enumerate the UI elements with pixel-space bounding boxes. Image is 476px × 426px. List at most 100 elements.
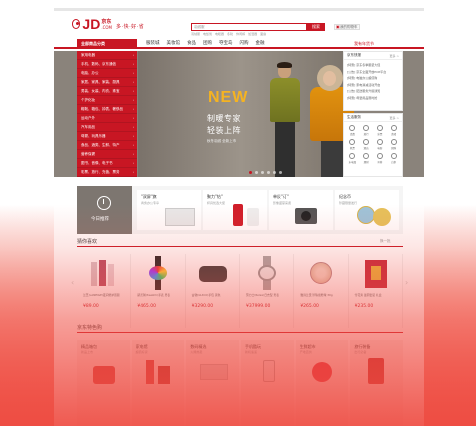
- nav-item[interactable]: 食品: [187, 39, 196, 49]
- appliance-image: [145, 360, 154, 384]
- service-item[interactable]: 彩票: [374, 124, 387, 137]
- service-item[interactable]: 酒店: [360, 138, 373, 151]
- appliance-image: [157, 366, 170, 384]
- service-item[interactable]: 白条: [387, 152, 400, 165]
- slogan: 多·快·好·省: [116, 24, 145, 30]
- service-item[interactable]: 水电煤: [346, 152, 359, 165]
- category-title[interactable]: 全部商品分类: [77, 39, 137, 49]
- chevron-right-icon[interactable]: ›: [405, 278, 411, 288]
- hot-word[interactable]: 休闲裤: [236, 32, 245, 36]
- services-panel: 生活服务 更多 > 话费 旅行 彩票 游戏 机票 酒店 电影 团购 水电煤 理财…: [343, 113, 403, 177]
- finance-icon: [363, 153, 370, 159]
- product-card[interactable]: 雪花秀 滋阴套装 礼盒 ¥235.00: [349, 254, 403, 328]
- service-item[interactable]: 机票: [346, 138, 359, 151]
- specials-title: 京东特色购: [77, 325, 103, 331]
- hot-word[interactable]: 面霜: [260, 32, 266, 36]
- sidebar-item[interactable]: 图书、音像、电子书 ›: [77, 159, 137, 168]
- jd-dog-icon: [72, 19, 81, 29]
- hot-words: 羽绒服 电饭煲 电暖器 冬靴 休闲裤 加湿器 面霜: [191, 32, 266, 36]
- logo-text: JD: [82, 16, 101, 32]
- service-item[interactable]: 游戏: [387, 124, 400, 137]
- special-card[interactable]: 数码精选 火爆热卖: [186, 340, 240, 426]
- product-card[interactable]: 斯沃琪(Swatch)手表 男表 ¥465.00: [131, 254, 186, 328]
- nav-item[interactable]: 金融: [256, 39, 265, 49]
- hot-word[interactable]: 羽绒服: [191, 32, 200, 36]
- product-image: [359, 256, 393, 290]
- hot-word[interactable]: 电暖器: [215, 32, 224, 36]
- main-nav: 全部商品分类 服装城 美妆馆 食品 团购 夺宝岛 闪购 金融 我有年货节: [54, 39, 424, 49]
- lens-image: [301, 211, 311, 221]
- recommend-card[interactable]: 纪念币 珍藏限量发行: [335, 190, 399, 230]
- sidebar-item[interactable]: 个护化妆 ›: [77, 96, 137, 105]
- service-item[interactable]: 众筹: [374, 152, 387, 165]
- sidebar-item[interactable]: 家用电器 ›: [77, 51, 137, 60]
- carousel-dot[interactable]: [273, 171, 276, 174]
- sidebar-item[interactable]: 彩票、旅行、充值、票务 ›: [77, 168, 137, 177]
- special-card[interactable]: 旅行装备 出行必备: [350, 340, 404, 426]
- specials-row: 精品箱包 新品上市 家电馆 超值好货 数码精选 火爆热卖 手机酷玩 新机速递 生…: [77, 340, 404, 426]
- plane-icon: [363, 125, 370, 131]
- carousel-dot[interactable]: [267, 171, 270, 174]
- jd-logo[interactable]: JD 京东 .COM: [72, 15, 112, 33]
- service-item[interactable]: 团购: [387, 138, 400, 151]
- cart-button[interactable]: ▣ 我的购物车: [334, 24, 360, 30]
- utility-icon: [349, 153, 356, 159]
- header: JD 京东 .COM 多·快·好·省 羽绒服 搜索 羽绒服 电饭煲 电暖器 冬靴…: [54, 11, 424, 39]
- carousel-dot[interactable]: [261, 171, 264, 174]
- sidebar-item[interactable]: 食品、酒类、生鲜、特产 ›: [77, 141, 137, 150]
- news-title: 京东快报: [347, 53, 361, 57]
- nav-item[interactable]: 服装城: [146, 39, 160, 49]
- search-button[interactable]: 搜索: [307, 23, 325, 31]
- special-card[interactable]: 手机酷玩 新机速递: [241, 340, 294, 426]
- sidebar-item[interactable]: 手机、数码、京东通信 ›: [77, 60, 137, 69]
- chevron-right-icon: ›: [132, 125, 134, 129]
- product-image: [250, 256, 284, 290]
- sidebar-item[interactable]: 男装、女装、内衣、珠宝 ›: [77, 87, 137, 96]
- sidebar-item[interactable]: 电脑、办公 ›: [77, 69, 137, 78]
- hot-word[interactable]: 冬靴: [227, 32, 233, 36]
- ticket-icon: [376, 125, 383, 131]
- hot-word[interactable]: 电饭煲: [203, 32, 212, 36]
- recommend-card[interactable]: "双屏"旗 商务办公专享: [137, 190, 201, 230]
- news-item[interactable]: [特惠] 母婴用品限时抢: [347, 95, 399, 102]
- sidebar-item[interactable]: 营养保健 ›: [77, 150, 137, 159]
- sidebar-item[interactable]: 鞋靴、箱包、钟表、奢侈品 ›: [77, 105, 137, 114]
- chevron-right-icon: ›: [132, 98, 134, 102]
- cart-icon: ▣: [336, 24, 340, 29]
- laptop-image: [165, 208, 195, 226]
- nav-item[interactable]: 闪购: [240, 39, 249, 49]
- product-card[interactable]: 劳力士(Rolex)日志型 男表 ¥37999.00: [240, 254, 295, 328]
- service-item[interactable]: 话费: [346, 124, 359, 137]
- news-more-link[interactable]: 更多 >: [390, 54, 399, 58]
- carousel-dot[interactable]: [255, 171, 258, 174]
- search-input[interactable]: 羽绒服: [191, 23, 307, 31]
- sidebar-item[interactable]: 运动户外 ›: [77, 114, 137, 123]
- sidebar-item[interactable]: 家居、家具、家装、厨具 ›: [77, 78, 137, 87]
- services-more-link[interactable]: 更多 >: [390, 116, 399, 120]
- change-batch-link[interactable]: 换一批: [380, 239, 391, 244]
- chevron-right-icon: ›: [132, 134, 134, 138]
- nav-item[interactable]: 团购: [203, 39, 212, 49]
- carousel-dot[interactable]: [249, 171, 252, 174]
- carousel-dot[interactable]: [279, 171, 282, 174]
- nav-promo[interactable]: 我有年货节: [354, 39, 374, 49]
- special-card[interactable]: 精品箱包 新品上市: [77, 340, 130, 426]
- product-card[interactable]: 雅诗兰黛 珍珠蜜粉球 30g ¥265.00: [294, 254, 349, 328]
- special-card[interactable]: 家电馆 超值好货: [131, 340, 185, 426]
- nav-item[interactable]: 美妆馆: [167, 39, 181, 49]
- chevron-right-icon: ›: [132, 161, 134, 165]
- service-item[interactable]: 电影: [374, 138, 387, 151]
- sidebar-item[interactable]: 母婴、玩具乐器 ›: [77, 132, 137, 141]
- service-item[interactable]: 理财: [360, 152, 373, 165]
- special-card[interactable]: 生鲜超市 产地直供: [295, 340, 349, 426]
- today-label-block: 今日推荐: [77, 186, 132, 234]
- recommend-card[interactable]: 聚力"钻" 杯具优选大促: [203, 190, 267, 230]
- service-item[interactable]: 旅行: [360, 124, 373, 137]
- product-card[interactable]: 兰芝(LANEIGE)夜间修护唇膜 ¥89.00: [77, 254, 132, 328]
- hot-word[interactable]: 加湿器: [248, 32, 257, 36]
- nav-item[interactable]: 夺宝岛: [219, 39, 233, 49]
- recommend-card[interactable]: 单反"订" 影像盛宴来袭: [269, 190, 333, 230]
- product-card[interactable]: 古驰(GUCCI)手包 黑色 ¥3290.00: [186, 254, 240, 328]
- sidebar-item[interactable]: 汽车用品 ›: [77, 123, 137, 132]
- product-image: [141, 256, 175, 290]
